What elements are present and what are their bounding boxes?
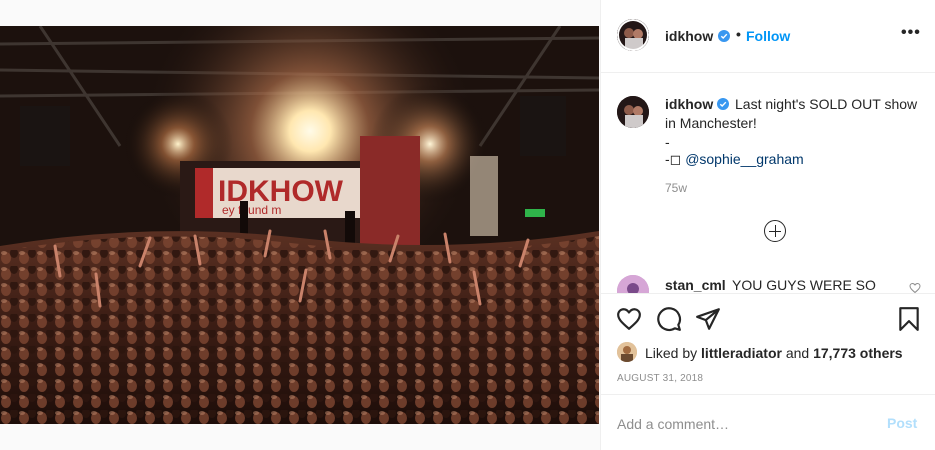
add-comment-form: Post [601, 394, 935, 450]
follow-button[interactable]: Follow [746, 28, 790, 44]
heart-icon[interactable] [616, 306, 642, 332]
likes-prefix: Liked by [645, 345, 702, 361]
mention-link[interactable]: @sophie__graham [685, 151, 804, 167]
caption-text-line-1: Last night's SOLD OUT show [735, 96, 918, 112]
comment-text: YOU GUYS WERE SO [732, 277, 876, 293]
author-avatar[interactable] [617, 19, 649, 51]
post-header: idkhow • Follow ••• [601, 0, 935, 73]
post-side-panel: idkhow • Follow ••• idkhow Last night's … [600, 0, 935, 450]
likes-connector: and [781, 345, 814, 361]
verified-badge-icon [718, 30, 730, 42]
more-options-icon[interactable]: ••• [901, 24, 921, 42]
comment-avatar-image [617, 275, 649, 293]
comment-list: stan_cml YOU GUYS WERE SO [601, 262, 935, 293]
likes-count[interactable]: 17,773 others [813, 345, 903, 361]
caption-photo-credit-prefix: -◻ [665, 151, 686, 167]
header-separator: • [736, 26, 741, 42]
caption-author-avatar[interactable] [617, 96, 649, 128]
post-comment-button[interactable]: Post [887, 415, 917, 431]
comment-bubble-icon[interactable] [656, 306, 682, 332]
liker-avatar[interactable] [617, 342, 637, 362]
caption-text-line-2: in Manchester! [665, 115, 757, 131]
comment-username[interactable]: stan_cml [665, 277, 726, 293]
caption-verified-badge-icon [717, 98, 729, 110]
author-username[interactable]: idkhow [665, 28, 713, 44]
plus-circle-icon[interactable] [764, 220, 786, 242]
liker-avatar-image [617, 342, 637, 362]
banner-subtext: ey found m [222, 203, 281, 217]
caption-username[interactable]: idkhow [665, 96, 713, 112]
likes-text: Liked by littleradiator and 17,773 other… [645, 345, 903, 361]
post-container: IDKHOW ey found m idkhow • Follow ••• id… [0, 0, 935, 450]
post-date[interactable]: AUGUST 31, 2018 [617, 373, 703, 384]
liker-username[interactable]: littleradiator [701, 345, 782, 361]
caption-text-line-3: - [665, 134, 670, 150]
post-photo[interactable]: IDKHOW ey found m [0, 26, 599, 424]
add-comment-input[interactable] [617, 409, 867, 439]
comment-avatar[interactable] [617, 275, 649, 293]
concert-photo-image: IDKHOW ey found m [0, 26, 599, 424]
caption-avatar-image [617, 96, 649, 128]
caption-text-line-4: -◻ @sophie__graham [665, 151, 804, 168]
bookmark-icon[interactable] [896, 306, 922, 332]
comment-like-heart-icon[interactable] [909, 282, 921, 293]
caption-age: 75w [665, 181, 688, 195]
paper-plane-icon[interactable] [695, 306, 721, 332]
likes-summary: Liked by littleradiator and 17,773 other… [617, 340, 927, 362]
